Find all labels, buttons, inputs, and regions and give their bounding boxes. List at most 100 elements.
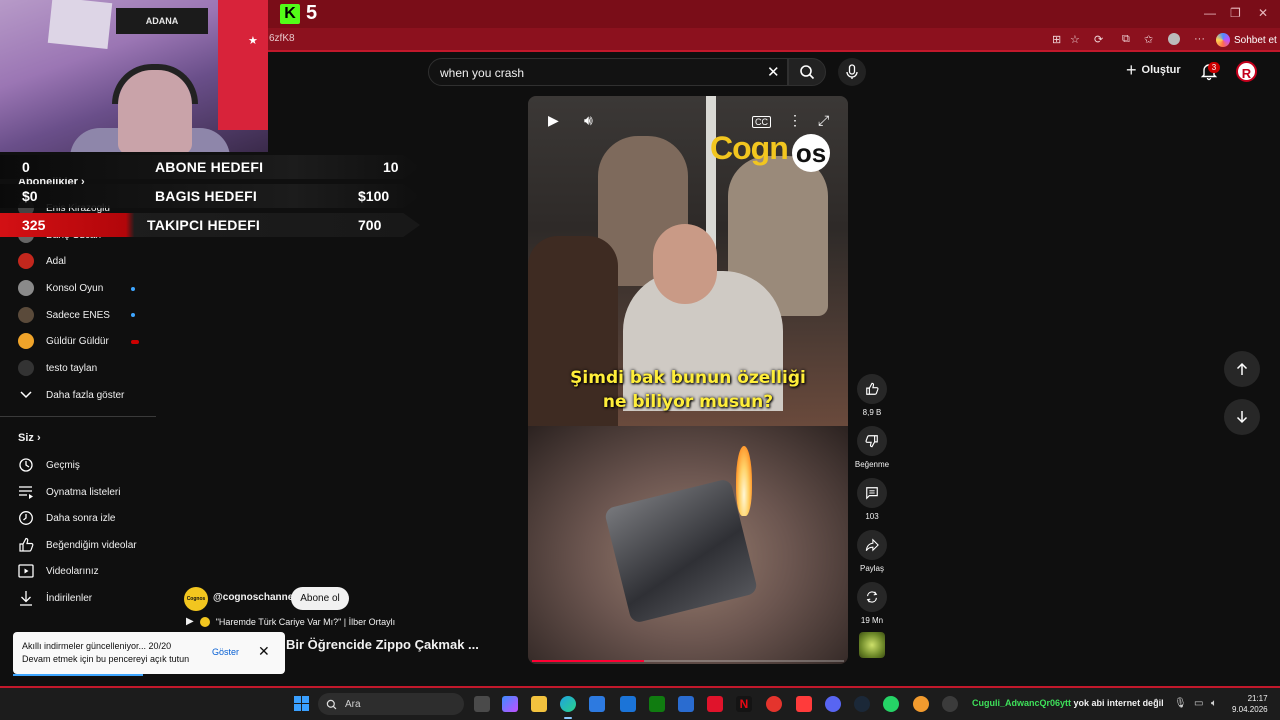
now-playing-message: yok abi internet değil bbox=[1073, 698, 1164, 708]
shorts-player[interactable]: Cogn os Şimdi bak bunun özelliği ne bili… bbox=[528, 96, 848, 664]
video-progress-bar[interactable] bbox=[532, 660, 844, 662]
search-box[interactable]: when you crash ✕ bbox=[428, 58, 788, 86]
sidebar-sub-adal[interactable]: Adal bbox=[18, 250, 66, 272]
copilot-app-icon[interactable] bbox=[502, 696, 518, 712]
whatsapp-icon[interactable] bbox=[883, 696, 899, 712]
comments-action[interactable]: 103 bbox=[857, 478, 887, 521]
clock-date: 9.04.2026 bbox=[1232, 705, 1268, 714]
dislike-icon[interactable] bbox=[857, 426, 887, 456]
windows-start-icon[interactable] bbox=[294, 696, 309, 711]
close-window-icon[interactable]: ✕ bbox=[1258, 6, 1268, 20]
subscribe-button[interactable]: Abone ol bbox=[291, 587, 349, 610]
network-icon[interactable]: ▭ bbox=[1194, 698, 1203, 709]
now-playing-text: Cuguli_AdwancQr06ytt yok abi internet de… bbox=[972, 698, 1164, 708]
search-input[interactable]: when you crash bbox=[440, 66, 524, 80]
play-small-icon: ▶ bbox=[186, 616, 194, 627]
sidebar-item-your-videos[interactable]: Videolarınız bbox=[18, 560, 99, 582]
captions-icon[interactable]: CC bbox=[752, 116, 771, 128]
sidebar-item-watch-later[interactable]: Daha sonra izle bbox=[18, 507, 115, 529]
create-button[interactable]: + Oluştur bbox=[1126, 61, 1181, 79]
microphone-tray-icon[interactable]: 🎙︎ bbox=[1174, 698, 1187, 709]
discord-icon[interactable] bbox=[825, 696, 841, 712]
toast-message-1: Akıllı indirmeler güncelleniyor... 20/20 bbox=[22, 641, 172, 651]
taskbar-clock[interactable]: 21:17 9.04.2026 bbox=[1232, 693, 1268, 715]
share-icon[interactable] bbox=[857, 530, 887, 560]
microsoft-store-icon[interactable] bbox=[589, 696, 605, 712]
dislike-action[interactable]: Beğenme bbox=[855, 426, 889, 469]
previous-short-button[interactable] bbox=[1224, 351, 1260, 387]
sidebar-sub-label: Konsol Oyun bbox=[46, 282, 104, 294]
netflix-icon[interactable]: N bbox=[736, 696, 752, 712]
edge-browser-icon[interactable] bbox=[560, 696, 576, 712]
steam-icon[interactable] bbox=[854, 696, 870, 712]
sound-thumbnail[interactable] bbox=[859, 632, 885, 658]
split-screen-icon[interactable]: ⧉ bbox=[1122, 33, 1130, 46]
notification-count-badge: 3 bbox=[1208, 62, 1220, 73]
copilot-button[interactable]: Sohbet et bbox=[1216, 32, 1277, 48]
history-icon bbox=[18, 457, 34, 473]
play-icon[interactable]: ▶ bbox=[548, 112, 559, 129]
comment-count: 103 bbox=[865, 512, 879, 521]
volume-icon[interactable]: 🔊︎ bbox=[584, 112, 593, 129]
profile-icon[interactable] bbox=[1168, 33, 1180, 45]
remix-action[interactable]: 19 Mn bbox=[857, 582, 887, 625]
search-button[interactable] bbox=[788, 58, 826, 86]
game-app-icon[interactable] bbox=[913, 696, 929, 712]
next-short-button[interactable] bbox=[1224, 399, 1260, 435]
sidebar-item-downloads[interactable]: İndirilenler bbox=[18, 587, 92, 609]
media-player-icon[interactable] bbox=[766, 696, 782, 712]
favorite-star-icon[interactable]: ☆ bbox=[1070, 33, 1080, 46]
goal-current: 325 bbox=[22, 217, 46, 233]
goal-current: 0 bbox=[22, 159, 30, 175]
speaker-icon[interactable]: 🔈︎ bbox=[1211, 698, 1217, 709]
favorites-icon[interactable]: ✩ bbox=[1144, 33, 1153, 46]
task-view-icon[interactable] bbox=[474, 696, 490, 712]
voice-search-button[interactable] bbox=[838, 58, 866, 86]
more-options-icon[interactable]: ⋮ bbox=[788, 112, 802, 129]
sidebar-item-history[interactable]: Geçmiş bbox=[18, 454, 80, 476]
toast-show-button[interactable]: Göster bbox=[212, 647, 239, 657]
close-icon[interactable]: ✕ bbox=[258, 643, 270, 660]
sidebar-sub-testo[interactable]: testo taylan bbox=[18, 357, 97, 379]
taskbar-search[interactable]: Ara bbox=[318, 693, 464, 715]
app-available-icon[interactable]: ⊞ bbox=[1052, 33, 1061, 46]
sidebar-sub-konsol-oyun[interactable]: Konsol Oyun bbox=[18, 277, 103, 299]
channel-handle[interactable]: @cognoschannel bbox=[213, 592, 296, 603]
like-action[interactable]: 8,9 B bbox=[857, 374, 887, 417]
mail-icon[interactable] bbox=[678, 696, 694, 712]
share-action[interactable]: Paylaş bbox=[857, 530, 887, 573]
xbox-icon[interactable] bbox=[649, 696, 665, 712]
video-app-icon[interactable] bbox=[796, 696, 812, 712]
show-more-button[interactable]: Daha fazla göster bbox=[18, 384, 124, 406]
minimize-icon[interactable]: — bbox=[1204, 6, 1216, 20]
more-menu-icon[interactable]: ··· bbox=[1194, 33, 1205, 45]
remix-icon[interactable] bbox=[857, 582, 887, 612]
downloads-toast: Akıllı indirmeler güncelleniyor... 20/20… bbox=[13, 632, 285, 674]
sidebar-item-playlists[interactable]: Oynatma listeleri bbox=[18, 481, 120, 503]
tray-chevron-icon[interactable]: ⌃ bbox=[1152, 698, 1160, 709]
you-section-title[interactable]: Siz › bbox=[18, 432, 41, 444]
sidebar-sub-sadece-enes[interactable]: Sadece ENES bbox=[18, 304, 110, 326]
goal-label: ABONE HEDEFI bbox=[155, 159, 264, 175]
short-title[interactable]: Bir Öğrencide Zippo Çakmak ... bbox=[286, 637, 479, 652]
fullscreen-icon[interactable]: ⤢ bbox=[818, 112, 829, 129]
copilot-icon bbox=[1216, 33, 1230, 47]
maximize-icon[interactable]: ❐ bbox=[1230, 6, 1241, 20]
like-icon[interactable] bbox=[857, 374, 887, 404]
clear-search-icon[interactable]: ✕ bbox=[767, 63, 780, 81]
new-content-dot bbox=[131, 313, 135, 317]
sidebar-item-liked[interactable]: Beğendiğim videolar bbox=[18, 534, 137, 556]
extensions-icon[interactable]: ⟳ bbox=[1094, 33, 1103, 46]
url-text[interactable]: 6zfK8 bbox=[269, 33, 295, 44]
playlist-link[interactable]: ▶ "Haremde Türk Cariye Var Mı?" | İlber … bbox=[186, 616, 395, 627]
editor-app-icon[interactable] bbox=[620, 696, 636, 712]
youtube-app-icon[interactable] bbox=[707, 696, 723, 712]
obs-icon[interactable] bbox=[942, 696, 958, 712]
file-explorer-icon[interactable] bbox=[531, 696, 547, 712]
sidebar-item-label: İndirilenler bbox=[46, 592, 93, 604]
channel-logo[interactable]: Cognos bbox=[184, 587, 208, 611]
comment-icon[interactable] bbox=[857, 478, 887, 508]
kick-viewer-count: 5 bbox=[306, 2, 318, 24]
sidebar-sub-guldur[interactable]: Güldür Güldür bbox=[18, 330, 109, 352]
account-avatar[interactable]: R bbox=[1236, 61, 1257, 82]
